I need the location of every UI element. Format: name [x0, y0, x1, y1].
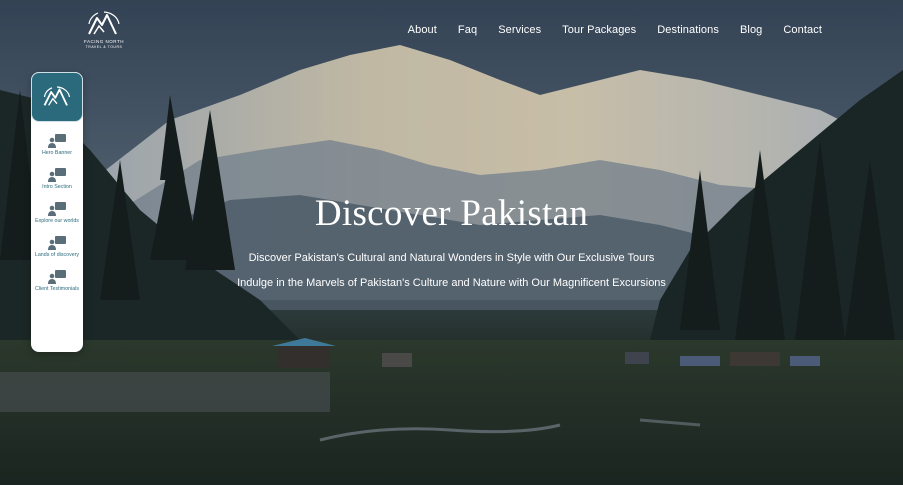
nav-services[interactable]: Services	[498, 24, 541, 36]
mountain-logo-icon	[43, 86, 71, 106]
presenter-icon	[48, 134, 66, 148]
hero-title: Discover Pakistan	[314, 193, 589, 234]
sidenav-logo[interactable]	[31, 72, 83, 122]
sidenav-item-label: Hero Banner	[41, 150, 73, 156]
hero-section	[0, 0, 903, 488]
brand-logo[interactable]: FACING NORTH TRAVEL & TOURS	[82, 10, 126, 52]
nav-faq[interactable]: Faq	[458, 24, 477, 36]
hero-overlay	[0, 0, 903, 488]
mountain-logo-icon	[88, 11, 120, 35]
sidenav-item-intro-section[interactable]: Intro Section	[31, 168, 83, 190]
nav-tour-packages[interactable]: Tour Packages	[562, 24, 636, 36]
main-nav: About Faq Services Tour Packages Destina…	[408, 24, 822, 36]
nav-destinations[interactable]: Destinations	[657, 24, 719, 36]
nav-contact[interactable]: Contact	[783, 24, 822, 36]
logo-name: FACING NORTH	[84, 39, 124, 44]
presenter-icon	[48, 168, 66, 182]
hero-subtitle-primary: Discover Pakistan's Cultural and Natural…	[248, 252, 655, 264]
presenter-icon	[48, 236, 66, 250]
sidenav-item-label: Intro Section	[42, 184, 72, 190]
hero-subtitle-secondary: Indulge in the Marvels of Pakistan's Cul…	[237, 277, 666, 289]
logo-tagline: TRAVEL & TOURS	[85, 45, 123, 49]
sidenav-item-hero-banner[interactable]: Hero Banner	[31, 134, 83, 156]
nav-blog[interactable]: Blog	[740, 24, 762, 36]
nav-about[interactable]: About	[408, 24, 437, 36]
